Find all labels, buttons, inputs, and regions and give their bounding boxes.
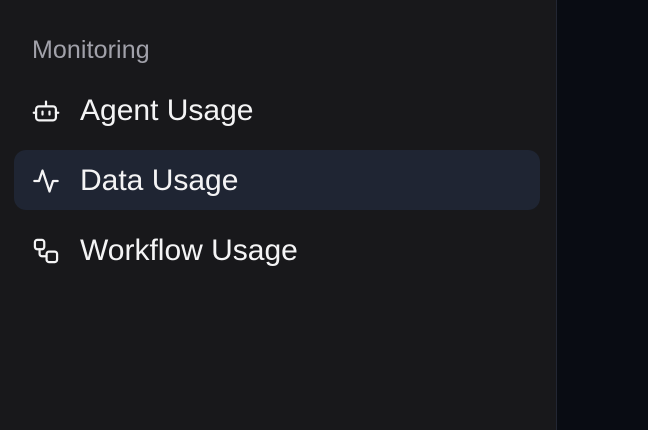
app-window: Monitoring Agent Usage Data Usage Workfl… [0, 0, 648, 430]
workflow-icon [32, 237, 60, 265]
activity-icon [32, 167, 60, 195]
bot-icon [32, 97, 60, 125]
main-content [557, 0, 648, 430]
sidebar-nav: Agent Usage Data Usage Workflow Usage [14, 80, 540, 290]
sidebar-item-agent-usage[interactable]: Agent Usage [14, 80, 540, 140]
sidebar-item-label: Workflow Usage [80, 234, 298, 267]
sidebar-item-label: Agent Usage [80, 94, 254, 127]
section-label-monitoring: Monitoring [32, 36, 150, 64]
sidebar-item-data-usage[interactable]: Data Usage [14, 150, 540, 210]
sidebar-item-label: Data Usage [80, 164, 239, 197]
sidebar-item-workflow-usage[interactable]: Workflow Usage [14, 220, 540, 280]
sidebar: Monitoring Agent Usage Data Usage Workfl… [0, 0, 557, 430]
